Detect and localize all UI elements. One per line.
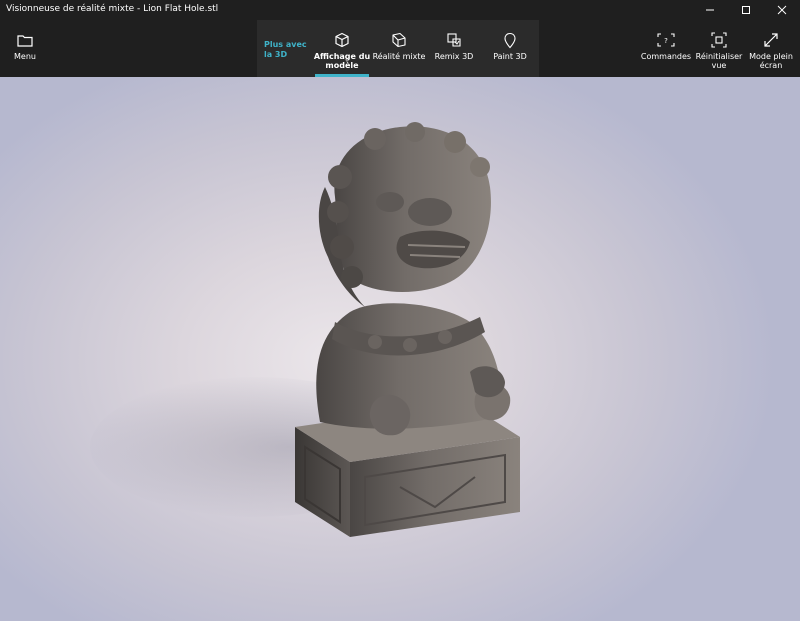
mixed-reality-icon xyxy=(390,31,408,49)
reinitialiser-vue-label: Réinitialiser vue xyxy=(695,52,743,70)
window-title: Visionneuse de réalité mixte - Lion Flat… xyxy=(6,4,219,14)
mixed-reality-viewer-window: Visionneuse de réalité mixte - Lion Flat… xyxy=(0,0,800,621)
reset-view-icon xyxy=(711,31,727,49)
plus-avec-la-3d-label: Plus avec la 3D xyxy=(264,40,307,59)
folder-icon xyxy=(17,31,33,49)
toolbar: Menu Plus avec la 3D Affichage du modèle… xyxy=(0,20,800,77)
window-controls xyxy=(692,0,800,20)
tab-label: Réalité mixte xyxy=(372,52,426,61)
minimize-button[interactable] xyxy=(692,0,728,20)
title-bar: Visionneuse de réalité mixte - Lion Flat… xyxy=(0,0,800,20)
remix-3d-icon xyxy=(446,31,462,49)
close-icon xyxy=(777,5,787,15)
reinitialiser-vue-button[interactable]: Réinitialiser vue xyxy=(695,20,743,77)
commandes-label: Commandes xyxy=(640,52,692,61)
tab-label: Paint 3D xyxy=(493,52,527,61)
menu-label: Menu xyxy=(14,52,36,61)
commandes-button[interactable]: ? Commandes xyxy=(641,20,691,77)
tab-realite-mixte[interactable]: Réalité mixte xyxy=(373,20,425,77)
maximize-button[interactable] xyxy=(728,0,764,20)
tab-remix-3d[interactable]: Remix 3D xyxy=(428,20,480,77)
lion-statue-model[interactable] xyxy=(280,117,540,557)
maximize-icon xyxy=(742,6,750,14)
cube-icon xyxy=(334,31,350,49)
minimize-icon xyxy=(706,9,714,11)
tab-paint-3d[interactable]: Paint 3D xyxy=(484,20,536,77)
close-button[interactable] xyxy=(764,0,800,20)
tab-label: Remix 3D xyxy=(434,52,474,61)
tab-affichage-du-modele[interactable]: Affichage du modèle xyxy=(313,20,371,77)
3d-viewport[interactable] xyxy=(0,77,800,621)
fullscreen-icon xyxy=(763,31,779,49)
commands-icon: ? xyxy=(657,31,675,49)
mode-plein-ecran-label: Mode plein écran xyxy=(749,52,793,70)
svg-text:?: ? xyxy=(664,37,668,45)
menu-button[interactable]: Menu xyxy=(6,20,44,77)
tab-label: Affichage du modèle xyxy=(313,52,371,70)
paint-3d-icon xyxy=(503,31,517,49)
mode-plein-ecran-button[interactable]: Mode plein écran xyxy=(747,20,795,77)
